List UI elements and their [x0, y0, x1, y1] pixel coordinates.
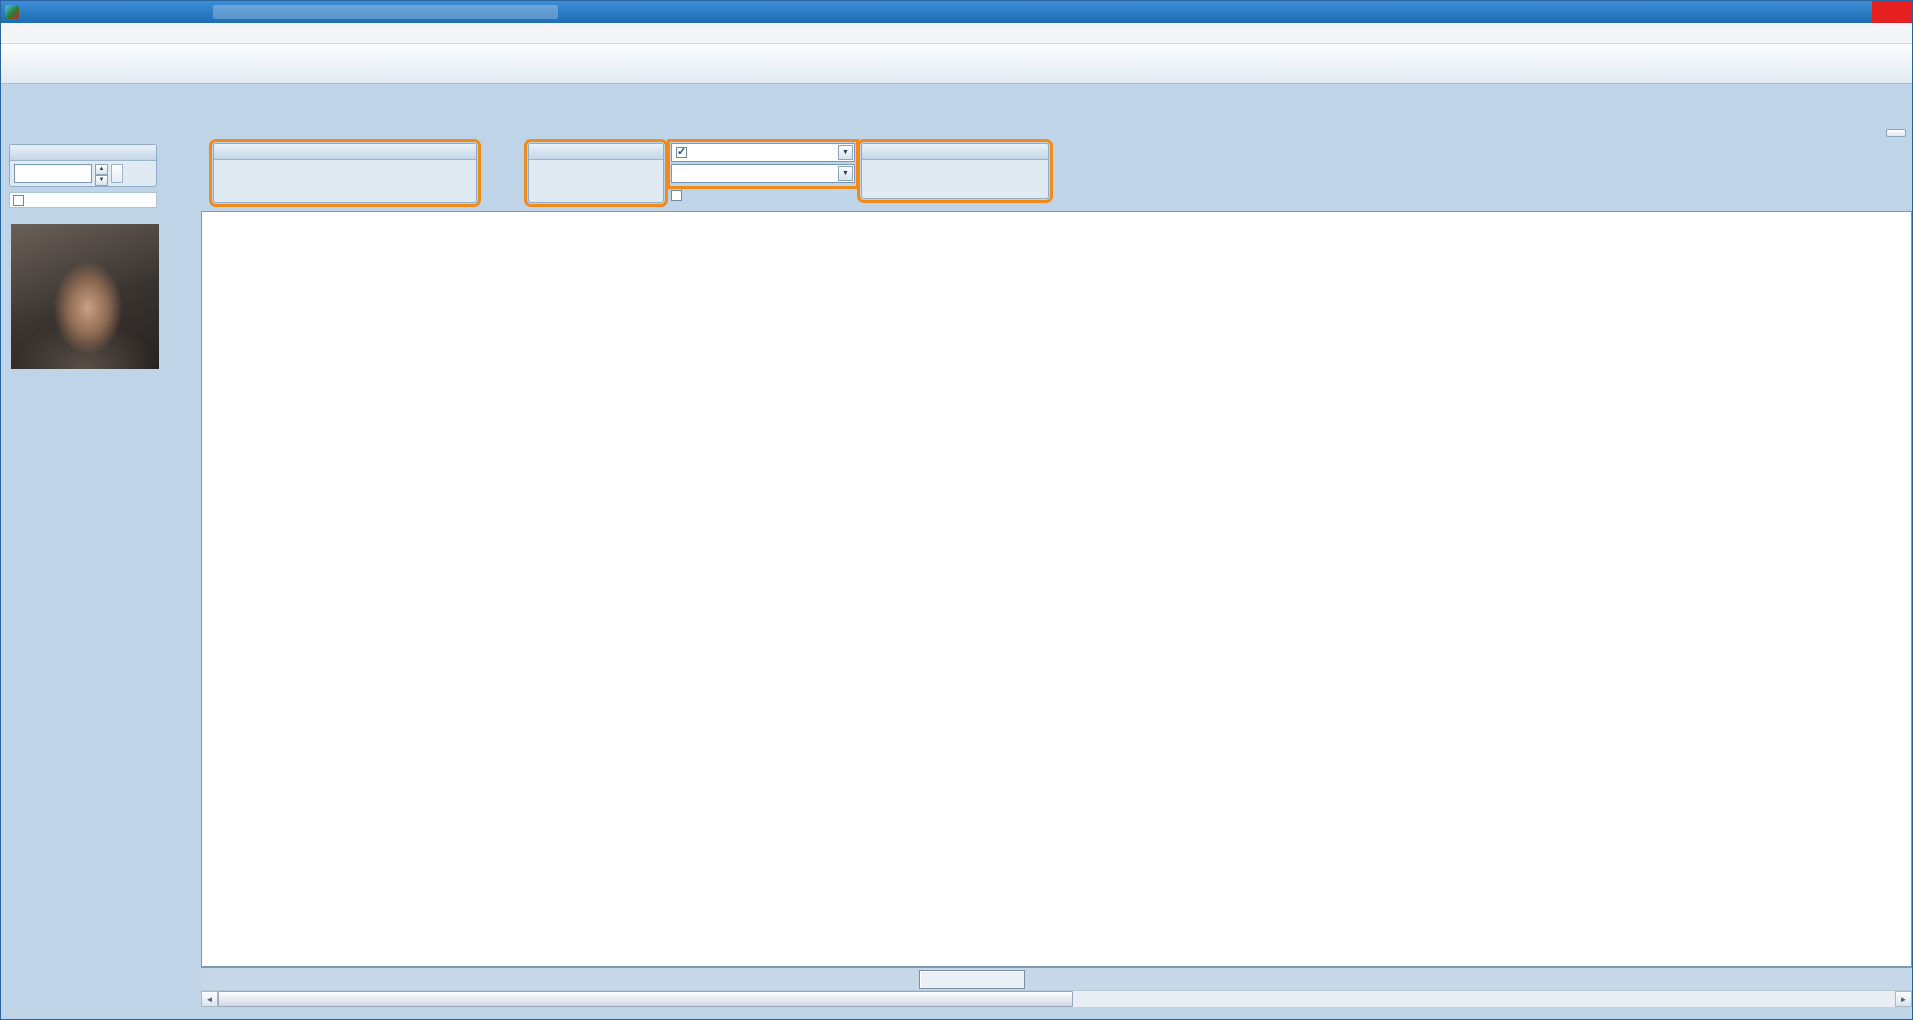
- maximize-button[interactable]: [1832, 1, 1872, 23]
- order-group-title: [529, 144, 663, 160]
- all-units-checkbox[interactable]: ▼: [671, 143, 855, 162]
- close-button[interactable]: [1872, 1, 1912, 23]
- minimize-button[interactable]: [1792, 1, 1832, 23]
- left-panel: ▲ ▼: [1, 139, 201, 1019]
- bottom-padding: [201, 1007, 1912, 1019]
- scroll-right-icon[interactable]: ►: [1895, 991, 1912, 1007]
- date-group: ▲ ▼: [9, 144, 157, 187]
- toolbar: [1, 44, 1912, 84]
- spinner-down-icon[interactable]: ▼: [95, 175, 108, 186]
- restore-tabs-button[interactable]: [1886, 129, 1906, 137]
- menu-bar: [1, 23, 1912, 44]
- title-bar: [1, 1, 1912, 23]
- app-window: ▲ ▼: [0, 0, 1913, 1020]
- checkbox-icon: [671, 190, 682, 201]
- spinner-up-icon[interactable]: ▲: [95, 164, 108, 175]
- horizontal-scrollbar[interactable]: ◄ ►: [201, 990, 1912, 1007]
- order-options: [529, 160, 663, 164]
- document-tab-strip: [1, 112, 1912, 139]
- right-column: ▼ ▼: [201, 139, 1912, 1019]
- checkbox-icon: [13, 195, 24, 206]
- app-logo-icon: [5, 5, 19, 19]
- patient-photo: [11, 224, 159, 369]
- type-group-title: [862, 144, 1048, 160]
- titlebar-highlighted-text: [213, 5, 558, 19]
- status-group-title: [214, 144, 476, 160]
- status-options: [214, 160, 476, 173]
- date-input[interactable]: [14, 164, 92, 183]
- body: ▲ ▼: [1, 139, 1912, 1019]
- total-value: [919, 970, 1025, 989]
- type-options: [862, 160, 1048, 163]
- today-button[interactable]: [111, 164, 123, 183]
- unit-select-combo[interactable]: ▼: [671, 164, 855, 183]
- scroll-left-icon[interactable]: ◄: [201, 991, 218, 1007]
- pre-consulta-checkbox[interactable]: [671, 190, 686, 201]
- scrollbar-thumb[interactable]: [218, 991, 1073, 1007]
- order-group: [528, 143, 664, 203]
- status-group: [213, 143, 477, 203]
- filter-band: ▼ ▼: [201, 139, 1912, 211]
- date-spinner[interactable]: ▲ ▼: [95, 164, 108, 183]
- units-combo-group: ▼ ▼: [671, 143, 855, 185]
- merge-consulta-exame-checkbox[interactable]: [9, 192, 157, 208]
- chevron-down-icon[interactable]: ▼: [838, 166, 853, 181]
- date-group-title: [10, 145, 156, 161]
- checkbox-icon: [676, 147, 687, 158]
- total-bar: [201, 967, 1912, 990]
- appointments-table-area: [201, 211, 1912, 967]
- main-tab-strip: [1, 84, 1912, 112]
- chevron-down-icon[interactable]: ▼: [838, 145, 853, 160]
- type-group: [861, 143, 1049, 199]
